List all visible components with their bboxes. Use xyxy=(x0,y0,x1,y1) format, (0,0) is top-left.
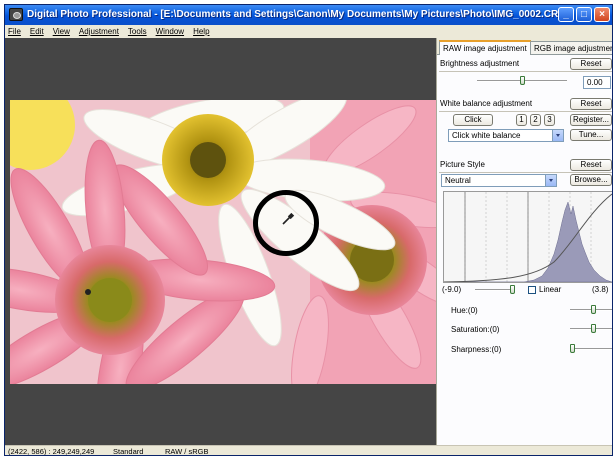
saturation-slider-thumb[interactable] xyxy=(591,324,596,333)
palette-tabs: RAW image adjustment RGB image adjustmen… xyxy=(437,40,612,55)
menu-tools[interactable]: Tools xyxy=(128,27,147,36)
menu-help[interactable]: Help xyxy=(193,27,209,36)
linear-checkbox[interactable] xyxy=(528,286,536,294)
status-mode: Standard xyxy=(113,447,144,456)
camera-app-icon xyxy=(9,8,23,21)
status-color-space: RAW / sRGB xyxy=(165,447,209,456)
wb-preset-3-button[interactable]: 3 xyxy=(544,114,555,126)
hue-label: Hue:(0) xyxy=(451,306,478,315)
tool-palette: RAW image adjustment RGB image adjustmen… xyxy=(436,38,612,445)
chevron-down-icon[interactable] xyxy=(545,175,556,186)
flower-photo[interactable] xyxy=(10,100,436,384)
divider xyxy=(439,71,612,72)
window-title: Digital Photo Professional - [E:\Documen… xyxy=(27,9,574,20)
status-bar: (2422, 586) : 249,249,249 Standard RAW /… xyxy=(5,445,612,456)
menu-view[interactable]: View xyxy=(53,27,70,36)
eyedropper-icon xyxy=(281,212,295,226)
wb-preset-1-button[interactable]: 1 xyxy=(516,114,527,126)
menu-adjustment[interactable]: Adjustment xyxy=(79,27,119,36)
minimize-button[interactable]: _ xyxy=(558,7,574,22)
linear-label: Linear xyxy=(539,285,562,294)
chevron-down-icon[interactable] xyxy=(552,130,563,141)
tab-raw-adjustment[interactable]: RAW image adjustment xyxy=(439,40,531,55)
tune-button[interactable]: Tune... xyxy=(570,129,612,141)
hue-slider-thumb[interactable] xyxy=(591,305,596,314)
picture-style-select[interactable]: Neutral xyxy=(441,174,557,187)
white-balance-select-value: Click white balance xyxy=(452,131,521,140)
brightness-reset-button[interactable]: Reset xyxy=(570,58,612,70)
sharpness-slider-thumb[interactable] xyxy=(570,344,575,353)
brightness-title: Brightness adjustment xyxy=(440,59,520,68)
menu-file[interactable]: File xyxy=(8,27,21,36)
white-balance-reset-button[interactable]: Reset xyxy=(570,98,612,110)
divider xyxy=(439,172,612,173)
menu-bar: File Edit View Adjustment Tools Window H… xyxy=(5,25,612,38)
image-viewer[interactable] xyxy=(5,38,436,445)
divider xyxy=(439,111,612,112)
white-balance-title: White balance adjustment xyxy=(440,99,533,108)
register-button[interactable]: Register... xyxy=(570,114,612,126)
white-balance-select[interactable]: Click white balance xyxy=(448,129,564,142)
click-white-balance-button[interactable]: Click xyxy=(453,114,493,126)
picture-style-title: Picture Style xyxy=(440,160,485,169)
picture-style-reset-button[interactable]: Reset xyxy=(570,159,612,171)
app-window: Digital Photo Professional - [E:\Documen… xyxy=(4,4,613,456)
close-button[interactable]: × xyxy=(594,7,610,22)
status-coords: (2422, 586) : 249,249,249 xyxy=(8,447,95,456)
maximize-button[interactable]: □ xyxy=(576,7,592,22)
curve-min-label: (-9.0) xyxy=(442,285,462,294)
wb-preset-2-button[interactable]: 2 xyxy=(530,114,541,126)
tone-curve-histogram[interactable] xyxy=(443,191,612,283)
raw-adjustment-panel: Brightness adjustment Reset 0.00 White b… xyxy=(437,54,612,445)
brightness-slider-thumb[interactable] xyxy=(520,76,525,85)
curve-slider-track[interactable] xyxy=(475,289,513,291)
tab-rgb-adjustment[interactable]: RGB image adjustment xyxy=(530,41,612,55)
picture-style-select-value: Neutral xyxy=(445,176,471,185)
menu-edit[interactable]: Edit xyxy=(30,27,44,36)
sharpness-slider-track[interactable] xyxy=(570,348,612,350)
browse-button[interactable]: Browse... xyxy=(570,174,612,186)
curve-slider-thumb[interactable] xyxy=(510,285,515,294)
menu-window[interactable]: Window xyxy=(156,27,184,36)
saturation-label: Saturation:(0) xyxy=(451,325,500,334)
curve-max-label: (3.8) xyxy=(592,285,609,294)
brightness-value-field[interactable]: 0.00 xyxy=(583,76,611,89)
sharpness-label: Sharpness:(0) xyxy=(451,345,502,354)
title-bar[interactable]: Digital Photo Professional - [E:\Documen… xyxy=(5,5,612,25)
